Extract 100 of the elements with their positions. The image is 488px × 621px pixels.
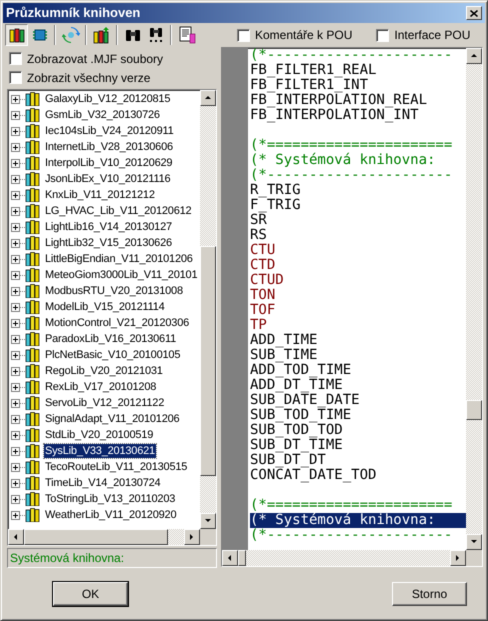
scroll-down-button[interactable] <box>200 513 216 529</box>
tree-item[interactable]: MotionControl_V21_20120306 <box>44 316 190 330</box>
vertical-scrollbar[interactable] <box>200 90 216 529</box>
checkbox-square[interactable] <box>376 28 390 42</box>
books-icon <box>25 156 41 170</box>
code-line: FB_FILTER1_INT <box>250 78 368 93</box>
expand-toggle[interactable] <box>11 494 20 504</box>
vertical-scrollbar[interactable] <box>466 48 482 550</box>
tree-item[interactable]: InterpolLib_V10_20120629 <box>44 156 174 170</box>
tree-item[interactable]: RegoLib_V20_20121031 <box>44 364 164 378</box>
toolbar-button[interactable] <box>5 24 28 46</box>
tree-item[interactable]: SignalAdapt_V11_20101206 <box>44 412 180 426</box>
expand-toggle[interactable] <box>11 142 20 152</box>
books-icon <box>25 348 41 362</box>
tree-item[interactable]: ModbusRTU_V20_20131008 <box>44 284 184 298</box>
scroll-right-button[interactable] <box>184 529 200 545</box>
books-icon <box>25 172 41 186</box>
tree-item[interactable]: ServoLib_V12_20121122 <box>44 396 166 410</box>
code-line: F_TRIG <box>250 198 302 213</box>
books-icon <box>25 92 41 106</box>
tree-item[interactable]: InternetLib_V28_20130606 <box>44 140 174 154</box>
tree-item[interactable]: LittleBigEndian_V11_20101206 <box>44 252 194 266</box>
tree-item[interactable]: StdLib_V20_20100519 <box>44 428 154 442</box>
checkbox[interactable]: Zobrazovat .MJF soubory <box>9 49 217 68</box>
expand-toggle[interactable] <box>11 350 20 360</box>
expand-toggle[interactable] <box>11 398 20 408</box>
tree-item[interactable]: TimeLib_V14_20130724 <box>44 476 162 490</box>
expand-toggle[interactable] <box>11 222 20 232</box>
books-arrow-icon <box>92 26 110 44</box>
expand-toggle[interactable] <box>11 254 20 264</box>
code-line: TON <box>250 288 276 303</box>
expand-toggle[interactable] <box>11 110 20 120</box>
tree-item[interactable]: RexLib_V17_20101208 <box>44 380 158 394</box>
cancel-button[interactable]: Storno <box>392 582 467 606</box>
arrow-down-icon <box>204 517 212 525</box>
scroll-up-button[interactable] <box>200 90 216 106</box>
scroll-left-button[interactable] <box>222 550 238 566</box>
expand-toggle[interactable] <box>11 190 20 200</box>
scroll-down-button[interactable] <box>466 534 482 550</box>
tree-item[interactable]: GsmLib_V32_20130726 <box>44 108 161 122</box>
expand-toggle[interactable] <box>11 446 20 456</box>
code-line: SUB_DT_DT <box>250 453 326 468</box>
checkbox[interactable]: Komentáře k POU <box>237 26 352 44</box>
tree-item[interactable]: LightLib32_V15_20130626 <box>44 236 173 250</box>
expand-toggle[interactable] <box>11 318 20 328</box>
checkbox-label: Interface POU <box>394 27 470 44</box>
horizontal-scrollbar[interactable] <box>222 550 482 566</box>
checkbox[interactable]: Interface POU <box>376 26 470 44</box>
tree-item[interactable]: LightLib16_V14_20130127 <box>44 220 173 234</box>
code-line: SUB_TOD_TIME <box>250 408 352 423</box>
expand-toggle[interactable] <box>11 126 20 136</box>
expand-toggle[interactable] <box>11 510 20 520</box>
expand-toggle[interactable] <box>11 174 20 184</box>
expand-toggle[interactable] <box>11 366 20 376</box>
tree-item[interactable]: JsonLibEx_V10_20121116 <box>44 172 172 186</box>
tree-item[interactable]: KnxLib_V11_20121212 <box>44 188 156 202</box>
close-button[interactable] <box>466 6 482 20</box>
code-line: SUB_DATE_DATE <box>250 393 361 408</box>
tree-item[interactable]: WeatherLib_V11_20120920 <box>44 508 178 522</box>
checkbox-square[interactable] <box>237 28 250 42</box>
tree-item[interactable]: ModelLib_V15_20121114 <box>44 300 166 314</box>
tree-item[interactable]: SysLib_V33_20130621 <box>44 444 156 458</box>
scrollbar-thumb[interactable] <box>466 400 482 420</box>
tree-item[interactable]: MeteoGiom3000Lib_V11_20101 <box>44 268 198 282</box>
checkbox-square[interactable] <box>9 52 22 65</box>
expand-toggle[interactable] <box>11 270 20 280</box>
expand-toggle[interactable] <box>11 286 20 296</box>
expand-toggle[interactable] <box>11 334 20 344</box>
scrollbar-thumb[interactable] <box>24 529 168 545</box>
expand-toggle[interactable] <box>11 158 20 168</box>
expand-toggle[interactable] <box>11 206 20 216</box>
code-line: FB_INTERPOLATION_INT <box>250 108 419 123</box>
expand-toggle[interactable] <box>11 238 20 248</box>
horizontal-scrollbar[interactable] <box>8 529 216 545</box>
expand-toggle[interactable] <box>11 94 20 104</box>
expand-toggle[interactable] <box>11 430 20 440</box>
scrollbar-thumb[interactable] <box>238 550 246 566</box>
code-line: ADD_TOD_TIME <box>250 363 352 378</box>
scroll-up-button[interactable] <box>466 48 482 64</box>
ok-button[interactable]: OK <box>53 582 128 606</box>
scroll-left-button[interactable] <box>8 529 24 545</box>
scrollbar-thumb[interactable] <box>200 246 216 476</box>
scroll-right-button[interactable] <box>450 550 466 566</box>
tree-item[interactable]: ParadoxLib_V16_20130611 <box>44 332 177 346</box>
checkbox-square[interactable] <box>9 71 22 84</box>
expand-toggle[interactable] <box>11 414 20 424</box>
books-icon <box>25 316 41 330</box>
expand-toggle[interactable] <box>11 302 20 312</box>
code-line: FB_INTERPOLATION_REAL <box>250 93 428 108</box>
tree-item[interactable]: Iec104sLib_V24_20120911 <box>44 124 175 138</box>
tree-item[interactable]: TecoRouteLib_V11_20130515 <box>44 460 188 474</box>
tree-item[interactable]: LG_HVAC_Lib_V11_20120612 <box>44 204 192 218</box>
tree-item[interactable]: PlcNetBasic_V10_20100105 <box>44 348 182 362</box>
books-icon <box>25 444 41 458</box>
tree-item[interactable]: GalaxyLib_V12_20120815 <box>44 92 172 106</box>
tree-item[interactable]: ToStringLib_V13_20110203 <box>44 492 176 506</box>
expand-toggle[interactable] <box>11 382 20 392</box>
checkbox[interactable]: Zobrazit všechny verze <box>9 68 217 87</box>
expand-toggle[interactable] <box>11 462 20 472</box>
expand-toggle[interactable] <box>11 478 20 488</box>
